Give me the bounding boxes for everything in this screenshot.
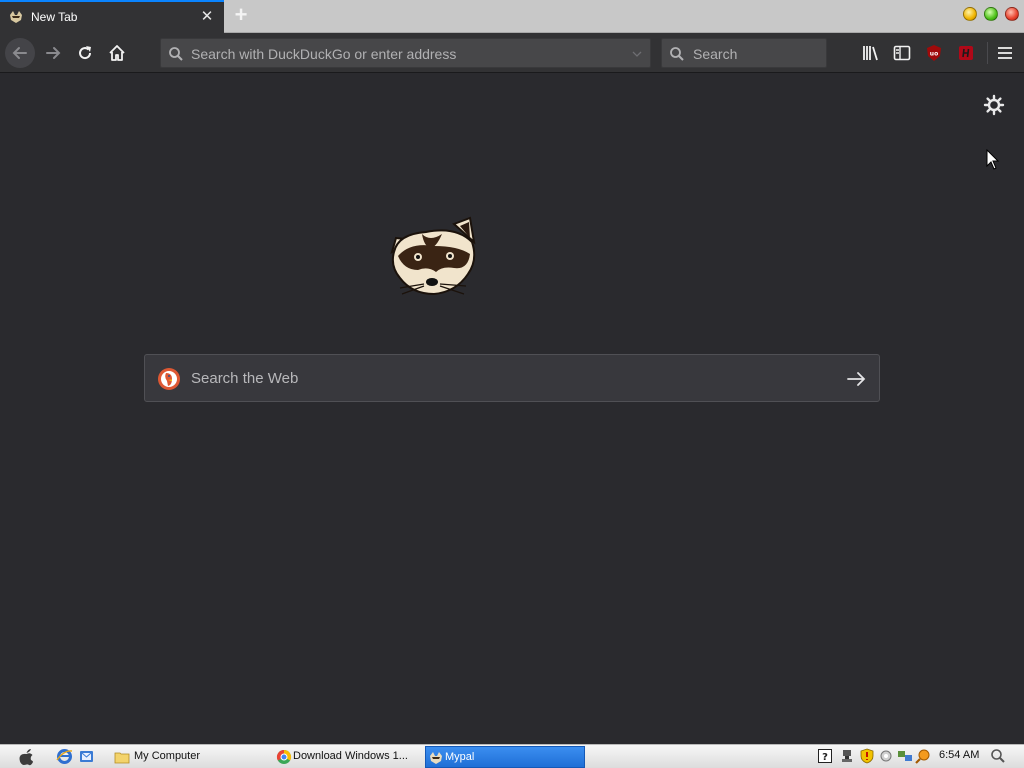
- security-shield-icon[interactable]: [859, 748, 875, 764]
- sidebar-icon[interactable]: [892, 43, 912, 63]
- taskbar-item-label: Mypal: [445, 751, 475, 763]
- settings-tray-icon[interactable]: [878, 748, 894, 764]
- raccoon-logo: [390, 216, 476, 296]
- tab-strip: New Tab ✕ +: [0, 0, 1024, 33]
- search-bar-placeholder: Search: [693, 46, 738, 62]
- navigation-toolbar: Search with DuckDuckGo or enter address …: [0, 33, 1024, 73]
- forward-button[interactable]: [38, 38, 68, 68]
- forward-arrow-icon: [46, 47, 61, 59]
- address-bar[interactable]: Search with DuckDuckGo or enter address: [160, 38, 651, 68]
- tab-title: New Tab: [31, 10, 78, 24]
- taskbar: My Computer Download Windows 1... Mypal …: [0, 744, 1024, 768]
- folder-icon: [114, 752, 130, 764]
- window-minimize-button[interactable]: [963, 7, 977, 21]
- window-close-button[interactable]: [1005, 7, 1019, 21]
- apple-start-icon[interactable]: [18, 748, 35, 766]
- web-search-box[interactable]: Search the Web: [144, 354, 880, 402]
- search-tray-icon[interactable]: [915, 748, 931, 764]
- extension-h-icon[interactable]: [956, 43, 976, 63]
- arrow-right-icon[interactable]: [845, 368, 867, 390]
- window-maximize-button[interactable]: [984, 7, 998, 21]
- taskbar-clock: 6:54 AM: [939, 749, 980, 761]
- duckduckgo-icon: [158, 368, 180, 390]
- taskbar-item-download-windows[interactable]: Download Windows 1...: [274, 746, 424, 768]
- taskbar-item-my-computer[interactable]: My Computer: [112, 746, 270, 768]
- chrome-icon: [276, 749, 292, 764]
- search-icon: [169, 47, 183, 61]
- spotlight-search-icon[interactable]: [990, 748, 1006, 764]
- tab-close-button[interactable]: ✕: [198, 8, 216, 26]
- chevron-down-icon[interactable]: [632, 51, 642, 57]
- gear-icon[interactable]: [983, 94, 1005, 116]
- back-button[interactable]: [5, 38, 35, 68]
- mypal-raccoon-icon: [430, 752, 442, 764]
- back-arrow-icon: [12, 47, 27, 59]
- reload-button[interactable]: [70, 38, 100, 68]
- help-icon[interactable]: ?: [817, 748, 833, 764]
- search-bar[interactable]: Search: [661, 38, 827, 68]
- svg-text:uo: uo: [930, 51, 938, 58]
- web-search-placeholder: Search the Web: [191, 370, 299, 387]
- taskbar-item-label: My Computer: [134, 750, 201, 762]
- library-icon[interactable]: [861, 43, 881, 63]
- new-tab-button[interactable]: +: [230, 4, 252, 27]
- taskbar-item-label: Download Windows 1...: [293, 750, 408, 762]
- svg-text:?: ?: [822, 752, 828, 763]
- mypal-favicon-icon: [8, 10, 24, 24]
- toolbar-separator: [987, 42, 988, 64]
- tab-new-tab[interactable]: New Tab ✕: [0, 0, 224, 33]
- network-connections-icon[interactable]: [897, 748, 913, 764]
- address-bar-placeholder: Search with DuckDuckGo or enter address: [191, 46, 457, 62]
- mouse-cursor-icon: [986, 149, 1000, 170]
- hamburger-menu-icon[interactable]: [995, 43, 1015, 63]
- home-icon: [109, 45, 125, 61]
- outlook-express-icon[interactable]: [78, 748, 95, 765]
- network-icon[interactable]: [839, 748, 855, 764]
- internet-explorer-icon[interactable]: [56, 748, 73, 765]
- taskbar-item-mypal[interactable]: Mypal: [425, 746, 585, 768]
- search-icon: [670, 47, 684, 61]
- ublock-origin-icon[interactable]: uo: [924, 43, 944, 63]
- home-button[interactable]: [102, 38, 132, 68]
- reload-icon: [79, 46, 92, 60]
